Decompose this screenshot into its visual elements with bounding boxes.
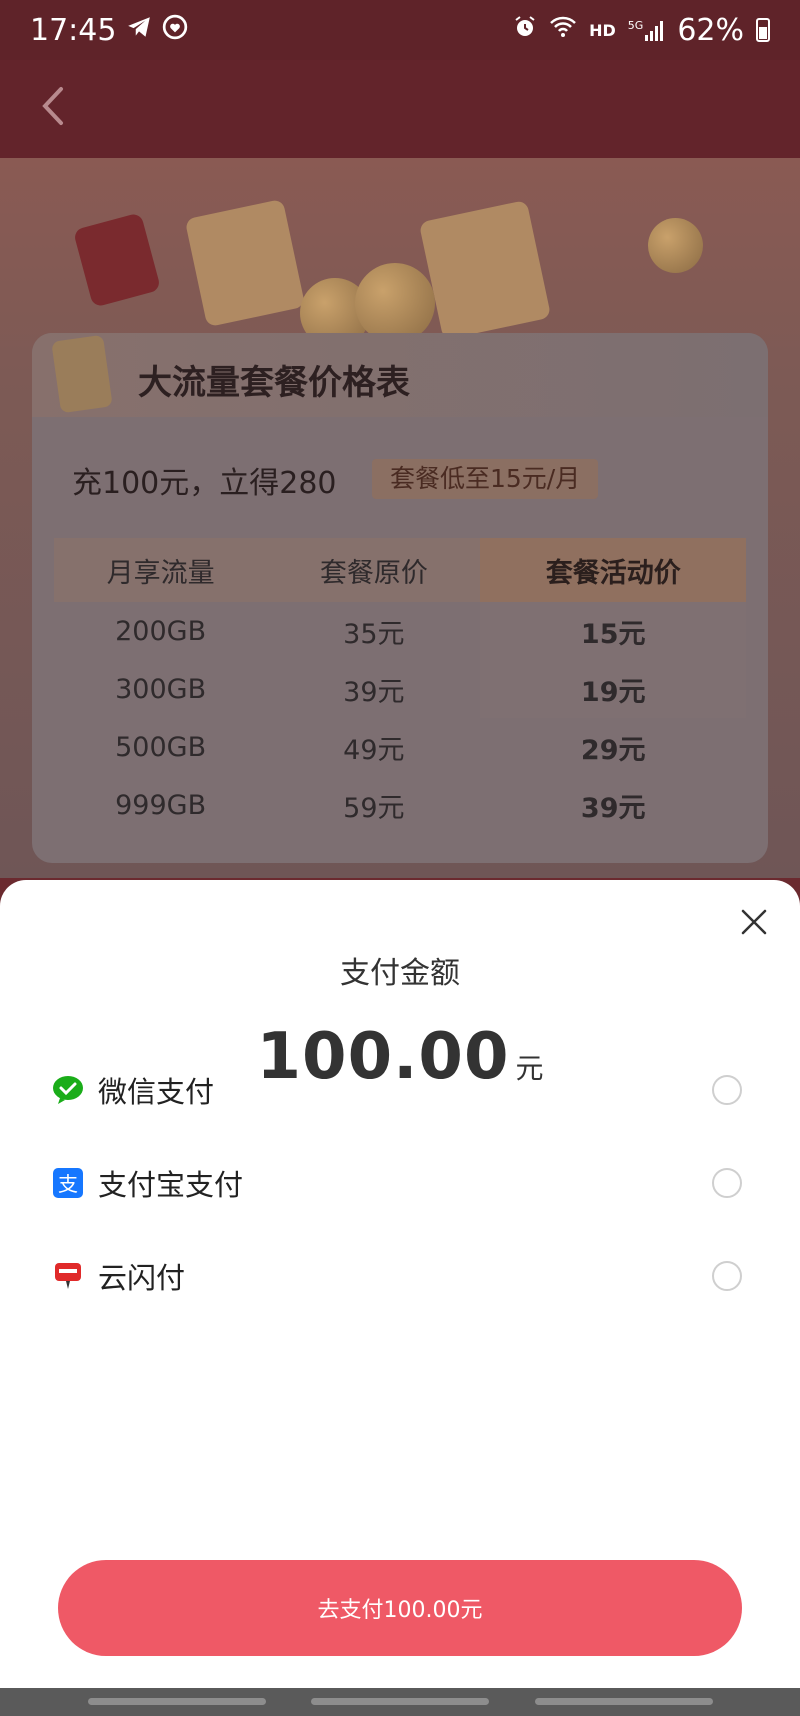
table-row: 500GB 49元 29元 [54, 718, 746, 776]
alipay-icon: 支 [52, 1167, 84, 1199]
coin-decoration [355, 263, 435, 343]
table-cell: 200GB [115, 615, 207, 647]
close-button[interactable] [730, 900, 778, 948]
battery-icon [756, 18, 770, 42]
radio-button[interactable] [712, 1261, 742, 1291]
alarm-icon [513, 15, 537, 45]
payment-sheet: 支付金额 100.00 元 微信支付 支 支付宝支付 云闪付 去支付100.00元 [0, 880, 800, 1688]
ticket-decoration [418, 199, 552, 341]
heart-circle-icon [162, 14, 188, 47]
chevron-left-icon [37, 85, 67, 131]
signal-icon: 5G [628, 19, 666, 41]
table-row: 999GB 59元 39元 [54, 776, 746, 834]
coin-decoration [648, 218, 703, 273]
table-cell: 15元 [480, 602, 746, 660]
payment-option-wechat[interactable]: 微信支付 [52, 1060, 742, 1120]
table-cell: 59元 [343, 792, 405, 824]
unionpay-quickpass-icon [52, 1260, 84, 1292]
network-label: HD [589, 20, 616, 40]
payment-option-label: 云闪付 [98, 1261, 186, 1295]
table-cell: 29元 [580, 734, 646, 766]
red-packet-decoration [72, 212, 162, 308]
radio-button[interactable] [712, 1075, 742, 1105]
table-row: 200GB 35元 15元 [54, 602, 746, 660]
table-cell: 500GB [115, 731, 207, 763]
home-button[interactable] [311, 1698, 489, 1705]
table-cell: 999GB [115, 789, 207, 821]
payment-option-label: 微信支付 [98, 1075, 215, 1109]
payment-option-alipay[interactable]: 支 支付宝支付 [52, 1153, 742, 1213]
close-icon [740, 908, 768, 940]
signal-label: 5G [627, 19, 644, 32]
promo-text: 充100元，立得280 [72, 466, 337, 501]
recent-apps-button[interactable] [88, 1698, 266, 1705]
table-header-row: 月享流量 套餐原价 套餐活动价 [54, 538, 746, 602]
table-row: 300GB 39元 19元 [54, 660, 746, 718]
badge-icon [51, 334, 113, 414]
pay-button[interactable]: 去支付100.00元 [58, 1560, 742, 1656]
payment-option-unionpay[interactable]: 云闪付 [52, 1246, 742, 1306]
plan-price-table: 月享流量 套餐原价 套餐活动价 200GB 35元 15元 300GB 39元 … [54, 538, 746, 834]
table-cell: 49元 [343, 734, 405, 766]
battery-percent: 62% [677, 12, 744, 48]
column-header: 套餐活动价 [480, 538, 746, 602]
table-cell: 35元 [343, 618, 405, 650]
price-card-title: 大流量套餐价格表 [138, 363, 410, 403]
telegram-icon [126, 14, 152, 47]
table-cell: 39元 [580, 792, 646, 824]
nav-bar [0, 60, 800, 158]
promo-tag: 套餐低至15元/月 [372, 459, 599, 499]
system-nav-bar [0, 1688, 800, 1716]
ticket-decoration [184, 198, 306, 328]
radio-button[interactable] [712, 1168, 742, 1198]
table-cell: 300GB [115, 673, 207, 705]
sheet-title: 支付金额 [340, 956, 460, 991]
status-time: 17:45 [30, 12, 117, 48]
svg-text:支: 支 [58, 1172, 78, 1196]
wechat-pay-icon [52, 1074, 84, 1106]
wifi-icon [549, 15, 577, 45]
table-cell: 39元 [343, 676, 405, 708]
status-bar: 17:45 HD 5G 62% [0, 0, 800, 60]
back-button[interactable] [24, 80, 80, 136]
table-cell: 19元 [480, 660, 746, 718]
payment-option-label: 支付宝支付 [98, 1168, 244, 1202]
column-header: 套餐原价 [267, 538, 481, 602]
back-nav-button[interactable] [535, 1698, 713, 1705]
column-header: 月享流量 [54, 538, 268, 602]
